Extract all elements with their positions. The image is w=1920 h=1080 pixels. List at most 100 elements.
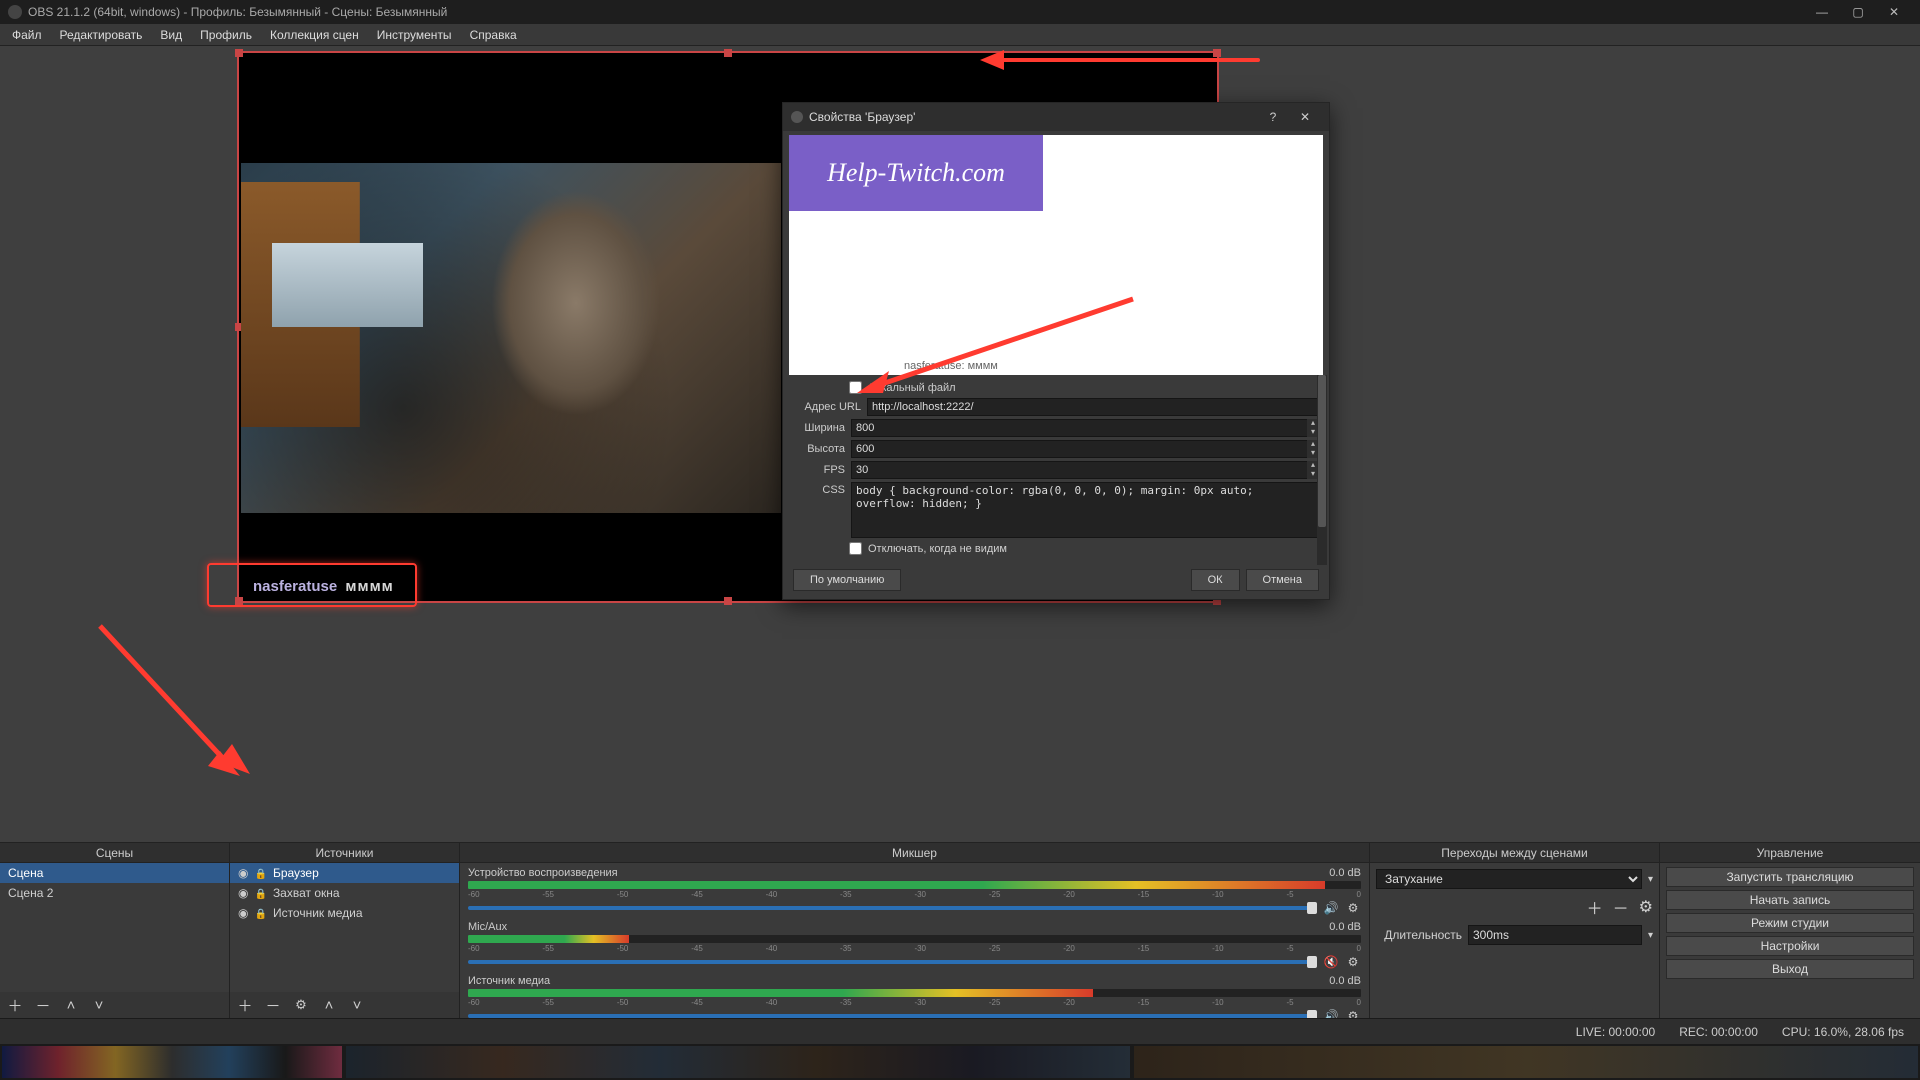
width-input[interactable] (851, 419, 1320, 437)
transition-gear-icon[interactable]: ⚙ (1639, 897, 1653, 917)
scene-item[interactable]: Сцена (0, 863, 229, 883)
css-input[interactable]: body { background-color: rgba(0, 0, 0, 0… (851, 482, 1319, 538)
speaker-icon[interactable]: 🔊 (1323, 1009, 1339, 1018)
menu-scene-collection[interactable]: Коллекция сцен (262, 26, 367, 44)
minimize-button[interactable]: ― (1804, 2, 1840, 22)
duration-input[interactable] (1468, 925, 1642, 945)
shutdown-label: Отключать, когда не видим (868, 543, 1007, 555)
add-scene-button[interactable]: ＋ (6, 996, 24, 1014)
track-name: Устройство воспроизведения (468, 867, 618, 879)
chat-message: мммм (345, 578, 393, 595)
close-button[interactable]: ✕ (1876, 2, 1912, 22)
menu-tools[interactable]: Инструменты (369, 26, 460, 44)
track-gear-icon[interactable] (1345, 1009, 1361, 1018)
track-gear-icon[interactable] (1345, 955, 1361, 969)
add-source-button[interactable]: ＋ (236, 996, 254, 1014)
browser-properties-dialog[interactable]: Свойства 'Браузер' ? ✕ Help-Twitch.com n… (782, 102, 1330, 600)
lock-icon[interactable] (254, 886, 266, 900)
remove-scene-button[interactable]: － (34, 996, 52, 1014)
lock-icon[interactable] (254, 906, 266, 920)
fps-label: FPS (793, 464, 845, 476)
add-transition-button[interactable]: ＋ (1587, 895, 1603, 919)
preview-banner: Help-Twitch.com (789, 135, 1043, 211)
status-bar: LIVE: 00:00:00 REC: 00:00:00 CPU: 16.0%,… (0, 1018, 1920, 1044)
duration-spinner[interactable]: ▾ (1648, 930, 1653, 941)
cancel-button[interactable]: Отмена (1246, 569, 1319, 591)
source-properties-button[interactable] (292, 996, 310, 1014)
start-streaming-button[interactable]: Запустить трансляцию (1666, 867, 1914, 887)
shutdown-checkbox[interactable] (849, 542, 862, 555)
height-input[interactable] (851, 440, 1320, 458)
window-title: OBS 21.1.2 (64bit, windows) - Профиль: Б… (28, 5, 447, 19)
audio-meter (468, 935, 1361, 943)
scene-down-button[interactable]: ˅ (90, 996, 108, 1014)
track-gear-icon[interactable] (1345, 901, 1361, 915)
volume-slider[interactable] (468, 960, 1317, 964)
track-db: 0.0 dB (1329, 867, 1361, 879)
menu-file[interactable]: Файл (4, 26, 50, 44)
visibility-icon[interactable] (238, 886, 248, 900)
scene-up-button[interactable]: ˄ (62, 996, 80, 1014)
fps-input[interactable] (851, 461, 1320, 479)
sources-header: Источники (230, 843, 459, 863)
status-cpu: CPU: 16.0%, 28.06 fps (1782, 1025, 1904, 1039)
menu-view[interactable]: Вид (152, 26, 190, 44)
track-db: 0.0 dB (1329, 975, 1361, 987)
studio-mode-button[interactable]: Режим студии (1666, 913, 1914, 933)
mixer-body: Устройство воспроизведения0.0 dB-60-55-5… (460, 863, 1369, 1018)
annotation-arrow-sources (80, 606, 250, 776)
thumb (346, 1046, 1130, 1078)
transition-settings-icon[interactable]: ▾ (1648, 874, 1653, 885)
chat-username: nasferatuse (253, 578, 337, 595)
source-down-button[interactable]: ˅ (348, 996, 366, 1014)
speaker-icon[interactable]: 🔊 (1323, 901, 1339, 915)
visibility-icon[interactable] (238, 866, 248, 880)
maximize-button[interactable]: ▢ (1840, 2, 1876, 22)
menu-help[interactable]: Справка (462, 26, 525, 44)
local-file-checkbox[interactable] (849, 381, 862, 394)
remove-source-button[interactable]: － (264, 996, 282, 1014)
window-titlebar: OBS 21.1.2 (64bit, windows) - Профиль: Б… (0, 0, 1920, 24)
source-item[interactable]: Браузер (230, 863, 459, 883)
audio-meter (468, 989, 1361, 997)
scene-item[interactable]: Сцена 2 (0, 883, 229, 903)
local-file-row[interactable]: Локальный файл (849, 381, 1319, 394)
sources-list[interactable]: Браузер Захват окна Источник медиа (230, 863, 459, 992)
url-input[interactable] (867, 398, 1319, 416)
mixer-track: Источник медиа0.0 dB-60-55-50-45-40-35-3… (460, 971, 1369, 1018)
volume-slider[interactable] (468, 1014, 1317, 1018)
defaults-button[interactable]: По умолчанию (793, 569, 901, 591)
status-rec: REC: 00:00:00 (1679, 1025, 1758, 1039)
source-item[interactable]: Захват окна (230, 883, 459, 903)
remove-transition-button[interactable]: － (1613, 895, 1629, 919)
source-item[interactable]: Источник медиа (230, 903, 459, 923)
preview-chatline: nasferatuse: мммм (904, 360, 998, 372)
transition-select[interactable]: Затухание (1376, 869, 1642, 889)
dialog-titlebar[interactable]: Свойства 'Браузер' ? ✕ (783, 103, 1329, 131)
dialog-title: Свойства 'Браузер' (809, 110, 915, 124)
controls-header: Управление (1660, 843, 1920, 863)
mute-icon[interactable]: 🔇 (1323, 955, 1339, 969)
ok-button[interactable]: ОК (1191, 569, 1240, 591)
menu-profile[interactable]: Профиль (192, 26, 260, 44)
dialog-scrollbar[interactable] (1317, 375, 1327, 565)
volume-slider[interactable] (468, 906, 1317, 910)
dialog-close-button[interactable]: ✕ (1289, 106, 1321, 128)
thumbnail-strip (0, 1044, 1920, 1080)
menu-bar: Файл Редактировать Вид Профиль Коллекция… (0, 24, 1920, 46)
dialog-help-button[interactable]: ? (1257, 106, 1289, 128)
transitions-header: Переходы между сценами (1370, 843, 1659, 863)
menu-edit[interactable]: Редактировать (52, 26, 151, 44)
scenes-list[interactable]: Сцена Сцена 2 (0, 863, 229, 992)
height-label: Высота (793, 443, 845, 455)
start-recording-button[interactable]: Начать запись (1666, 890, 1914, 910)
lock-icon[interactable] (254, 866, 266, 880)
annotation-arrow-top (980, 52, 1260, 70)
exit-button[interactable]: Выход (1666, 959, 1914, 979)
settings-button[interactable]: Настройки (1666, 936, 1914, 956)
source-up-button[interactable]: ˄ (320, 996, 338, 1014)
track-name: Mic/Aux (468, 921, 507, 933)
width-label: Ширина (793, 422, 845, 434)
mixer-header: Микшер (460, 843, 1369, 863)
visibility-icon[interactable] (238, 906, 248, 920)
